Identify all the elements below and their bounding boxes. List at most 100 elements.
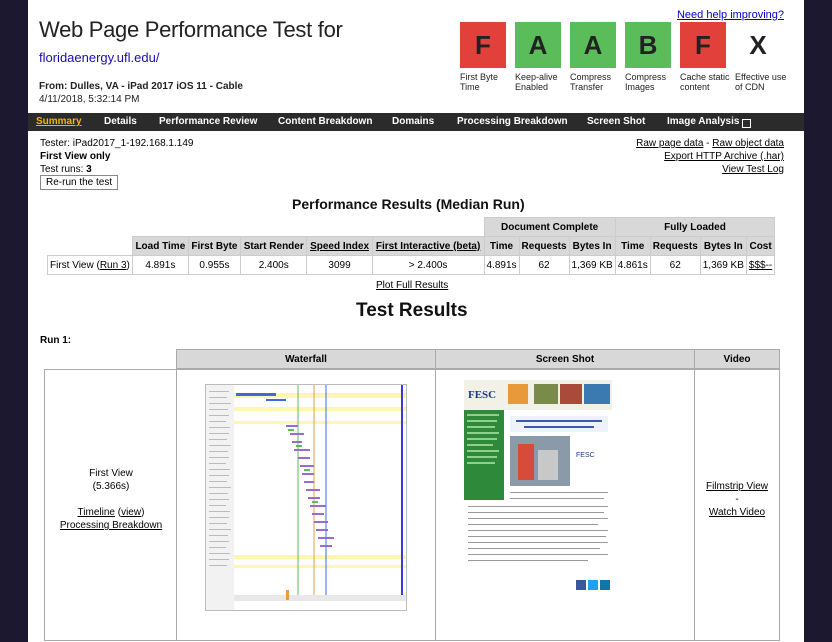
run-1-label: Run 1: <box>40 335 72 346</box>
tested-url-link[interactable]: floridaenergy.ufl.edu/ <box>39 50 159 65</box>
col-first-interactive[interactable]: First Interactive (beta) <box>371 236 485 256</box>
raw-object-data-link[interactable]: Raw object data <box>712 138 784 149</box>
col-speed-index[interactable]: Speed Index <box>306 236 373 256</box>
waterfall-thumbnail[interactable] <box>205 384 407 611</box>
grade-letter: F <box>460 22 506 68</box>
processing-row: Processing Breakdown <box>46 520 176 531</box>
waterfall-graphic <box>206 385 406 610</box>
grade-letter: X <box>735 22 781 68</box>
row-label-start: First View ( <box>50 259 100 271</box>
grade-cdn[interactable]: X Effective use of CDN <box>735 22 786 92</box>
grade-keep-alive[interactable]: A Keep-alive Enabled <box>515 22 561 92</box>
col-full-requests: Requests <box>649 236 701 256</box>
processing-breakdown-link[interactable]: Processing Breakdown <box>60 520 162 531</box>
first-view-time: (5.366s) <box>92 481 130 492</box>
view-log-row: View Test Log <box>722 164 784 175</box>
grade-compress-transfer[interactable]: A Compress Transfer <box>570 22 616 92</box>
first-view-label: First View <box>89 468 133 479</box>
timeline-view-link[interactable]: view <box>121 507 141 518</box>
col-video-header: Video <box>694 349 780 369</box>
tab-domains[interactable]: Domains <box>392 116 434 127</box>
results-nav: Summary Details Performance Review Conte… <box>28 113 804 131</box>
col-first-byte: First Byte <box>187 236 242 256</box>
tab-screen-shot[interactable]: Screen Shot <box>587 116 645 127</box>
plot-full-results-link[interactable]: Plot Full Results <box>376 280 448 291</box>
first-view-only: First View only <box>40 151 111 162</box>
filmstrip-view-link[interactable]: Filmstrip View <box>706 481 768 492</box>
external-link-icon <box>742 119 752 128</box>
value-full-time: 4.861s <box>614 255 651 275</box>
value-cost[interactable]: $$$-- <box>745 255 776 275</box>
timeline-link[interactable]: Timeline <box>78 507 115 518</box>
grade-label: Cache static content <box>680 72 730 92</box>
grade-label: Effective use of CDN <box>735 72 787 92</box>
col-doc-time: Time <box>483 236 520 256</box>
test-runs: Test runs: 3 <box>40 164 92 175</box>
grade-label: Compress Transfer <box>570 72 612 92</box>
value-speed-index: 3099 <box>306 255 373 275</box>
col-full-bytes: Bytes In <box>699 236 747 256</box>
col-full-time: Time <box>614 236 651 256</box>
grade-cache-static[interactable]: F Cache static content <box>680 22 730 92</box>
page: Need help improving? Web Page Performanc… <box>28 0 804 642</box>
raw-data-links: Raw page data - Raw object data <box>636 138 784 149</box>
tab-summary[interactable]: Summary <box>36 116 82 127</box>
row-label-end: ) <box>126 259 130 271</box>
tab-processing-breakdown[interactable]: Processing Breakdown <box>457 116 568 127</box>
test-date: 4/11/2018, 5:32:14 PM <box>39 94 140 105</box>
help-improving-link[interactable]: Need help improving? <box>677 9 784 21</box>
watch-video-link[interactable]: Watch Video <box>709 507 765 518</box>
col-doc-bytes: Bytes In <box>568 236 616 256</box>
col-load-time: Load Time <box>131 236 189 256</box>
test-runs-label: Test runs: <box>40 164 87 175</box>
value-first-interactive: > 2.400s <box>371 255 485 275</box>
svg-text:FESC: FESC <box>468 389 496 401</box>
grade-label: Keep-alive Enabled <box>515 72 558 92</box>
rerun-button[interactable]: Re-run the test <box>40 175 119 190</box>
test-runs-value: 3 <box>86 164 92 175</box>
raw-page-data-link[interactable]: Raw page data <box>636 138 703 149</box>
row-label: First View (Run 3) <box>47 255 133 275</box>
col-start-render: Start Render <box>240 236 308 256</box>
table-row: First View (Run 3) 4.891s 0.955s 2.400s … <box>47 255 776 275</box>
video-dash: - <box>735 494 739 505</box>
screenshot-thumbnail[interactable]: FESC FESC <box>464 380 612 610</box>
tab-content-breakdown[interactable]: Content Breakdown <box>278 116 372 127</box>
test-location: From: Dulles, VA - iPad 2017 iOS 11 - Ca… <box>39 81 243 92</box>
grade-label: First Byte Time <box>460 72 499 92</box>
col-cost: Cost <box>745 236 776 256</box>
col-doc-requests: Requests <box>518 236 570 256</box>
view-test-log-link[interactable]: View Test Log <box>722 164 784 175</box>
performance-title: Performance Results (Median Run) <box>292 196 525 212</box>
export-har-link[interactable]: Export HTTP Archive (.har) <box>664 151 784 162</box>
video-cell <box>694 369 780 641</box>
export-har-row: Export HTTP Archive (.har) <box>664 151 784 162</box>
tab-image-analysis[interactable]: Image Analysis <box>667 116 752 128</box>
value-doc-requests: 62 <box>518 255 570 275</box>
value-full-requests: 62 <box>649 255 701 275</box>
value-full-bytes: 1,369 KB <box>699 255 747 275</box>
grade-letter: F <box>680 22 726 68</box>
col-waterfall-header: Waterfall <box>176 349 436 369</box>
col-screenshot-header: Screen Shot <box>435 349 695 369</box>
grade-compress-images[interactable]: B Compress Images <box>625 22 671 92</box>
tester-info: Tester: iPad2017_1-192.168.1.149 <box>40 138 194 149</box>
run-3-link[interactable]: Run 3 <box>100 260 127 271</box>
filmstrip-row: Filmstrip View <box>672 481 802 492</box>
page-title: Web Page Performance Test for <box>39 17 343 42</box>
tab-performance-review[interactable]: Performance Review <box>159 116 257 127</box>
value-first-byte: 0.955s <box>187 255 242 275</box>
value-doc-time: 4.891s <box>483 255 520 275</box>
value-load-time: 4.891s <box>131 255 189 275</box>
grade-letter: A <box>515 22 561 68</box>
group-fully-loaded: Fully Loaded <box>614 217 776 237</box>
tab-details[interactable]: Details <box>104 116 137 127</box>
svg-text:FESC: FESC <box>576 452 595 459</box>
grade-first-byte[interactable]: F First Byte Time <box>460 22 506 92</box>
timeline-row: Timeline (view) <box>77 507 145 518</box>
performance-table: Document Complete Fully Loaded Load Time… <box>47 217 776 275</box>
raw-links-separator: - <box>703 138 713 149</box>
first-view-cell <box>44 369 177 641</box>
tab-image-analysis-label: Image Analysis <box>667 116 740 127</box>
value-doc-bytes: 1,369 KB <box>568 255 616 275</box>
